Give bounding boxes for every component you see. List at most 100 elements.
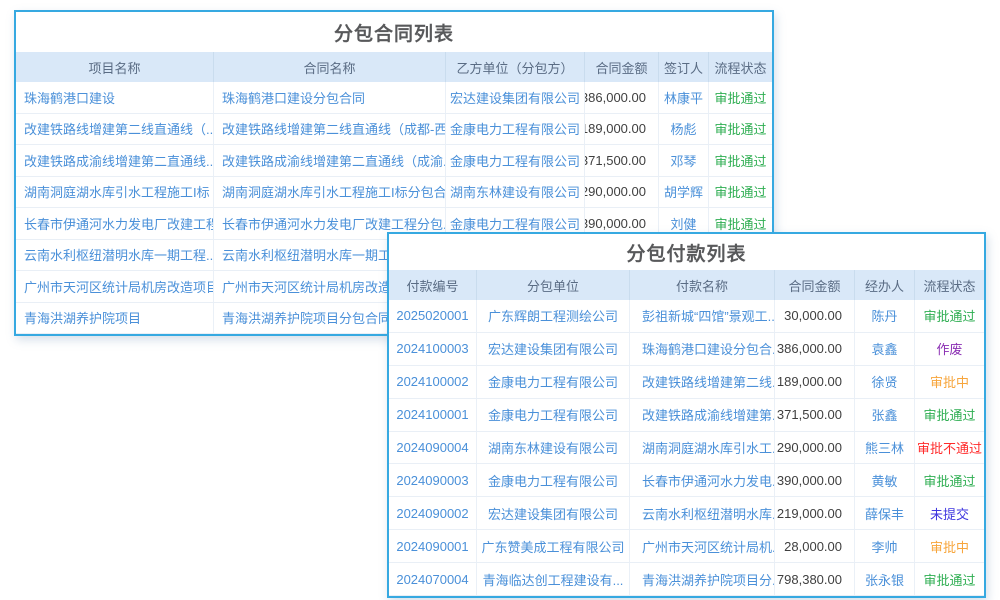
handler-cell[interactable]: 熊三林 bbox=[855, 432, 915, 464]
handler-cell[interactable]: 李帅 bbox=[855, 530, 915, 562]
signer-cell[interactable]: 杨彪 bbox=[659, 114, 709, 145]
payment-name-cell[interactable]: 云南水利枢纽潜明水库... bbox=[630, 497, 775, 529]
handler-cell[interactable]: 张鑫 bbox=[855, 399, 915, 431]
contract-row[interactable]: 湖南洞庭湖水库引水工程施工I标湖南洞庭湖水库引水工程施工I标分包合同湖南东林建设… bbox=[16, 177, 772, 209]
payment-table-header: 付款编号分包单位付款名称合同金额经办人流程状态 bbox=[389, 270, 984, 300]
contract-amount-cell: 371,500.00 bbox=[585, 145, 659, 176]
contract-row[interactable]: 珠海鹤港口建设珠海鹤港口建设分包合同宏达建设集团有限公司386,000.00林康… bbox=[16, 82, 772, 114]
handler-cell[interactable]: 袁鑫 bbox=[855, 333, 915, 365]
contract-row[interactable]: 改建铁路线增建第二线直通线（...改建铁路线增建第二线直通线（成都-西...金康… bbox=[16, 114, 772, 146]
contract-name-cell[interactable]: 改建铁路成渝线增建第二直通线（成渝... bbox=[214, 145, 446, 176]
handler-cell[interactable]: 黄敏 bbox=[855, 464, 915, 496]
process-status-cell: 审批通过 bbox=[915, 300, 984, 332]
project-name-cell[interactable]: 长春市伊通河水力发电厂改建工程 bbox=[16, 208, 214, 239]
contract-amount-cell: 390,000.00 bbox=[775, 464, 855, 496]
payment-name-cell[interactable]: 广州市天河区统计局机... bbox=[630, 530, 775, 562]
payment-name-cell[interactable]: 湖南洞庭湖水库引水工... bbox=[630, 432, 775, 464]
party-b-cell[interactable]: 金康电力工程有限公司 bbox=[446, 114, 585, 145]
process-status-cell: 审批通过 bbox=[709, 145, 772, 176]
process-status-cell: 审批通过 bbox=[915, 464, 984, 496]
contract-amount-cell: 386,000.00 bbox=[585, 82, 659, 113]
project-name-cell[interactable]: 珠海鹤港口建设 bbox=[16, 82, 214, 113]
payment-no-cell[interactable]: 2024100001 bbox=[389, 399, 477, 431]
payment-name-cell[interactable]: 改建铁路成渝线增建第... bbox=[630, 399, 775, 431]
handler-cell[interactable]: 薛保丰 bbox=[855, 497, 915, 529]
signer-cell[interactable]: 林康平 bbox=[659, 82, 709, 113]
payment-name-cell[interactable]: 改建铁路线增建第二线... bbox=[630, 366, 775, 398]
payment-no-cell[interactable]: 2025020001 bbox=[389, 300, 477, 332]
contract-amount-cell: 28,000.00 bbox=[775, 530, 855, 562]
payment-row[interactable]: 2024090001广东赞美成工程有限公司广州市天河区统计局机...28,000… bbox=[389, 530, 984, 563]
contract-name-cell[interactable]: 珠海鹤港口建设分包合同 bbox=[214, 82, 446, 113]
contract-amount-cell: 386,000.00 bbox=[775, 333, 855, 365]
project-name-cell[interactable]: 云南水利枢纽潜明水库一期工程... bbox=[16, 240, 214, 271]
subcontract-unit-cell[interactable]: 宏达建设集团有限公司 bbox=[477, 333, 630, 365]
payment-name-cell[interactable]: 青海洪湖养护院项目分... bbox=[630, 563, 775, 595]
process-status-cell: 审批通过 bbox=[709, 82, 772, 113]
payment-no-cell[interactable]: 2024090002 bbox=[389, 497, 477, 529]
header-party-b-cell: 乙方单位（分包方） bbox=[446, 52, 585, 82]
payment-no-cell[interactable]: 2024070004 bbox=[389, 563, 477, 595]
payment-name-cell[interactable]: 珠海鹤港口建设分包合... bbox=[630, 333, 775, 365]
process-status-cell: 作废 bbox=[915, 333, 984, 365]
subcontract-unit-cell[interactable]: 金康电力工程有限公司 bbox=[477, 399, 630, 431]
process-status-cell: 未提交 bbox=[915, 497, 984, 529]
process-status-cell: 审批中 bbox=[915, 530, 984, 562]
header-process-status-cell: 流程状态 bbox=[709, 52, 772, 82]
subcontract-unit-cell[interactable]: 宏达建设集团有限公司 bbox=[477, 497, 630, 529]
project-name-cell[interactable]: 广州市天河区统计局机房改造项目 bbox=[16, 271, 214, 302]
contract-name-cell[interactable]: 湖南洞庭湖水库引水工程施工I标分包合同 bbox=[214, 177, 446, 208]
process-status-cell: 审批通过 bbox=[709, 177, 772, 208]
contract-amount-cell: 189,000.00 bbox=[585, 114, 659, 145]
payment-name-cell[interactable]: 彭祖新城“四馆”景观工... bbox=[630, 300, 775, 332]
subcontract-unit-cell[interactable]: 金康电力工程有限公司 bbox=[477, 366, 630, 398]
payment-row[interactable]: 2024090003金康电力工程有限公司长春市伊通河水力发电...390,000… bbox=[389, 464, 984, 497]
project-name-cell[interactable]: 改建铁路线增建第二线直通线（... bbox=[16, 114, 214, 145]
party-b-cell[interactable]: 宏达建设集团有限公司 bbox=[446, 82, 585, 113]
header-subcontract-unit-cell: 分包单位 bbox=[477, 270, 630, 300]
contract-amount-cell: 371,500.00 bbox=[775, 399, 855, 431]
subcontract-unit-cell[interactable]: 青海临达创工程建设有... bbox=[477, 563, 630, 595]
header-contract-name-cell: 合同名称 bbox=[214, 52, 446, 82]
subcontract-unit-cell[interactable]: 广东赞美成工程有限公司 bbox=[477, 530, 630, 562]
subcontract-payment-table: 分包付款列表 付款编号分包单位付款名称合同金额经办人流程状态 202502000… bbox=[387, 232, 986, 598]
party-b-cell[interactable]: 湖南东林建设有限公司 bbox=[446, 177, 585, 208]
process-status-cell: 审批通过 bbox=[709, 114, 772, 145]
handler-cell[interactable]: 陈丹 bbox=[855, 300, 915, 332]
payment-row[interactable]: 2024070004青海临达创工程建设有...青海洪湖养护院项目分...798,… bbox=[389, 563, 984, 596]
payment-row[interactable]: 2024100002金康电力工程有限公司改建铁路线增建第二线...189,000… bbox=[389, 366, 984, 399]
payment-no-cell[interactable]: 2024090001 bbox=[389, 530, 477, 562]
payment-row[interactable]: 2025020001广东辉朗工程测绘公司彭祖新城“四馆”景观工...30,000… bbox=[389, 300, 984, 333]
project-name-cell[interactable]: 湖南洞庭湖水库引水工程施工I标 bbox=[16, 177, 214, 208]
payment-row[interactable]: 2024100003宏达建设集团有限公司珠海鹤港口建设分包合...386,000… bbox=[389, 333, 984, 366]
contract-row[interactable]: 改建铁路成渝线增建第二直通线...改建铁路成渝线增建第二直通线（成渝...金康电… bbox=[16, 145, 772, 177]
contract-amount-cell: 290,000.00 bbox=[775, 432, 855, 464]
signer-cell[interactable]: 邓琴 bbox=[659, 145, 709, 176]
payment-no-cell[interactable]: 2024100003 bbox=[389, 333, 477, 365]
contract-amount-cell: 30,000.00 bbox=[775, 300, 855, 332]
handler-cell[interactable]: 徐贤 bbox=[855, 366, 915, 398]
project-name-cell[interactable]: 改建铁路成渝线增建第二直通线... bbox=[16, 145, 214, 176]
signer-cell[interactable]: 胡学辉 bbox=[659, 177, 709, 208]
header-payment-name-cell: 付款名称 bbox=[630, 270, 775, 300]
payment-row[interactable]: 2024100001金康电力工程有限公司改建铁路成渝线增建第...371,500… bbox=[389, 399, 984, 432]
header-project-name-cell: 项目名称 bbox=[16, 52, 214, 82]
payment-no-cell[interactable]: 2024090004 bbox=[389, 432, 477, 464]
payment-row[interactable]: 2024090002宏达建设集团有限公司云南水利枢纽潜明水库...219,000… bbox=[389, 497, 984, 530]
subcontract-unit-cell[interactable]: 广东辉朗工程测绘公司 bbox=[477, 300, 630, 332]
payment-name-cell[interactable]: 长春市伊通河水力发电... bbox=[630, 464, 775, 496]
header-signer-cell: 签订人 bbox=[659, 52, 709, 82]
subcontract-unit-cell[interactable]: 湖南东林建设有限公司 bbox=[477, 432, 630, 464]
subcontract-unit-cell[interactable]: 金康电力工程有限公司 bbox=[477, 464, 630, 496]
payment-no-cell[interactable]: 2024090003 bbox=[389, 464, 477, 496]
party-b-cell[interactable]: 金康电力工程有限公司 bbox=[446, 145, 585, 176]
payment-row[interactable]: 2024090004湖南东林建设有限公司湖南洞庭湖水库引水工...290,000… bbox=[389, 432, 984, 465]
header-handler-cell: 经办人 bbox=[855, 270, 915, 300]
process-status-cell: 审批通过 bbox=[915, 563, 984, 595]
contract-amount-cell: 189,000.00 bbox=[775, 366, 855, 398]
project-name-cell[interactable]: 青海洪湖养护院项目 bbox=[16, 303, 214, 334]
contract-name-cell[interactable]: 改建铁路线增建第二线直通线（成都-西... bbox=[214, 114, 446, 145]
handler-cell[interactable]: 张永银 bbox=[855, 563, 915, 595]
payment-no-cell[interactable]: 2024100002 bbox=[389, 366, 477, 398]
contract-amount-cell: 798,380.00 bbox=[775, 563, 855, 595]
